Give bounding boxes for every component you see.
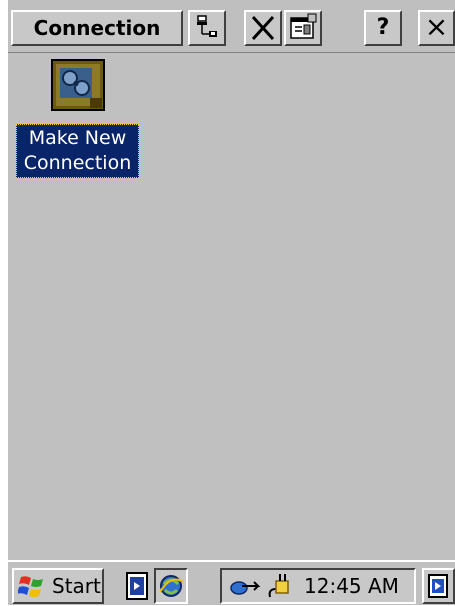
- make-new-connection-label[interactable]: Make New Connection: [16, 124, 139, 178]
- network-properties-button[interactable]: [188, 10, 226, 46]
- show-desktop-icon: [428, 574, 448, 598]
- start-button[interactable]: Start: [12, 568, 104, 604]
- icon-label-line1: Make New: [28, 127, 127, 149]
- start-label: Start: [52, 574, 101, 598]
- title-bar: Connection ? ×: [8, 0, 455, 53]
- power-plug-icon[interactable]: [264, 571, 294, 601]
- icon-label-line2: Connection: [23, 152, 132, 174]
- delete-button[interactable]: [244, 10, 282, 46]
- network-properties-icon: [197, 15, 217, 37]
- network-tray-icon[interactable]: [228, 572, 262, 600]
- properties-icon: [290, 13, 317, 39]
- desktop-switch-icon: [126, 572, 148, 600]
- screen: Connection ? × Make New Connection Start…: [8, 0, 455, 605]
- desktop-switch-button[interactable]: [124, 570, 152, 602]
- internet-explorer-task-button[interactable]: [154, 568, 188, 604]
- taskbar: Start 12:45 AM: [8, 560, 455, 605]
- make-new-connection-icon: [51, 59, 105, 111]
- system-tray: 12:45 AM: [220, 568, 416, 604]
- internet-explorer-icon: [159, 575, 184, 597]
- window-title-button[interactable]: Connection: [11, 10, 183, 46]
- delete-icon: [251, 15, 275, 41]
- clock[interactable]: 12:45 AM: [304, 574, 399, 598]
- windows-flag-icon: [18, 576, 43, 597]
- help-button[interactable]: ?: [364, 10, 402, 46]
- close-button[interactable]: ×: [418, 10, 455, 46]
- make-new-connection-item[interactable]: Make New Connection: [16, 58, 140, 182]
- show-desktop-button[interactable]: [422, 568, 455, 604]
- properties-button[interactable]: [284, 10, 322, 46]
